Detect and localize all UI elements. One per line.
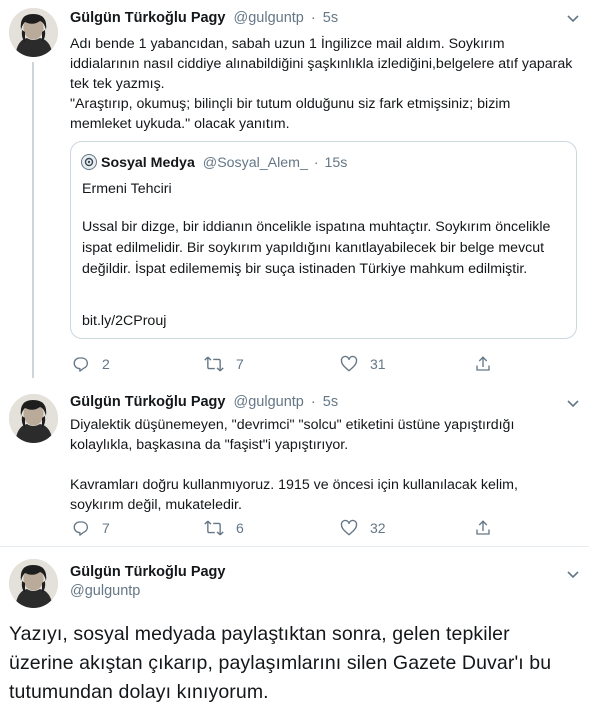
tweet-actions: 2 7 31 bbox=[70, 353, 550, 375]
author-name[interactable]: Gülgün Türkoğlu Pagy bbox=[70, 10, 225, 26]
chevron-down-icon[interactable] bbox=[567, 567, 579, 582]
sosyal-medya-avatar-icon bbox=[81, 154, 97, 170]
focused-tweet-text: Yazıyı, sosyal medyada paylaştıktan sonr… bbox=[9, 623, 552, 703]
quote-text: Ussal bir dizge, bir iddianın öncelikle … bbox=[82, 219, 551, 277]
tweet-header: Gülgün Türkoğlu Pagy @gulguntp · 5s bbox=[70, 394, 338, 410]
share-button[interactable] bbox=[474, 353, 492, 375]
dot-separator: · bbox=[310, 10, 316, 26]
reply-button[interactable]: 7 bbox=[72, 517, 110, 539]
chevron-down-icon[interactable] bbox=[567, 11, 579, 26]
tweet-text: Diyalektik düşünemeyen, "devrimci" "solc… bbox=[70, 417, 518, 513]
tweet-header: Gülgün Türkoğlu Pagy @gulguntp · 5s bbox=[70, 10, 338, 26]
author-name[interactable]: Gülgün Türkoğlu Pagy bbox=[70, 564, 225, 580]
tweet-1[interactable]: Gülgün Türkoğlu Pagy @gulguntp · 5s Adı … bbox=[0, 0, 589, 378]
retweet-count: 7 bbox=[236, 356, 244, 372]
quote-header: Sosyal Medya @Sosyal_Alem_ · 15s bbox=[81, 154, 347, 171]
share-icon bbox=[476, 520, 490, 535]
reply-button[interactable]: 2 bbox=[72, 353, 110, 375]
share-button[interactable] bbox=[474, 517, 492, 539]
timestamp[interactable]: 5s bbox=[323, 10, 338, 26]
quote-title: Ermeni Tehciri bbox=[82, 181, 172, 197]
retweet-icon bbox=[204, 356, 224, 372]
like-button[interactable]: 31 bbox=[340, 353, 386, 375]
dot-separator: · bbox=[313, 155, 319, 171]
dot-separator: · bbox=[310, 394, 316, 410]
quote-timestamp: 15s bbox=[324, 155, 348, 171]
tweet-text: Adı bende 1 yabancıdan, sabah uzun 1 İng… bbox=[70, 36, 573, 132]
share-icon bbox=[476, 356, 490, 371]
reply-icon bbox=[73, 357, 89, 372]
avatar-photo bbox=[9, 559, 58, 608]
author-block: Gülgün Türkoğlu Pagy @gulguntp bbox=[70, 564, 225, 599]
avatar[interactable] bbox=[9, 394, 58, 443]
like-count: 32 bbox=[370, 520, 386, 536]
author-handle[interactable]: @gulguntp bbox=[234, 394, 304, 410]
reply-icon bbox=[73, 521, 89, 536]
retweet-button[interactable]: 6 bbox=[204, 517, 244, 539]
avatar[interactable] bbox=[9, 8, 58, 57]
reply-count: 2 bbox=[102, 356, 110, 372]
quoted-tweet[interactable]: Sosyal Medya @Sosyal_Alem_ · 15s Ermeni … bbox=[70, 141, 577, 339]
author-handle[interactable]: @gulguntp bbox=[70, 583, 225, 599]
tweet-actions: 7 6 32 bbox=[70, 517, 550, 539]
avatar-photo bbox=[9, 394, 58, 443]
timestamp[interactable]: 5s bbox=[323, 394, 338, 410]
author-name[interactable]: Gülgün Türkoğlu Pagy bbox=[70, 394, 225, 410]
retweet-icon bbox=[204, 520, 224, 536]
heart-icon bbox=[340, 519, 358, 536]
author-handle[interactable]: @gulguntp bbox=[234, 10, 304, 26]
quote-link[interactable]: bit.ly/2CProuj bbox=[82, 311, 562, 332]
retweet-count: 6 bbox=[236, 520, 244, 536]
quote-author-name: Sosyal Medya bbox=[101, 155, 195, 171]
avatar-photo bbox=[9, 8, 58, 57]
quote-author-handle: @Sosyal_Alem_ bbox=[202, 155, 308, 171]
avatar[interactable] bbox=[9, 559, 58, 608]
thread-line bbox=[32, 62, 34, 378]
retweet-button[interactable]: 7 bbox=[204, 353, 244, 375]
reply-count: 7 bbox=[102, 520, 110, 536]
like-count: 31 bbox=[370, 356, 386, 372]
heart-icon bbox=[340, 355, 358, 372]
like-button[interactable]: 32 bbox=[340, 517, 386, 539]
tweet-2[interactable]: Gülgün Türkoğlu Pagy @gulguntp · 5s Diya… bbox=[0, 378, 589, 538]
chevron-down-icon[interactable] bbox=[567, 396, 579, 411]
